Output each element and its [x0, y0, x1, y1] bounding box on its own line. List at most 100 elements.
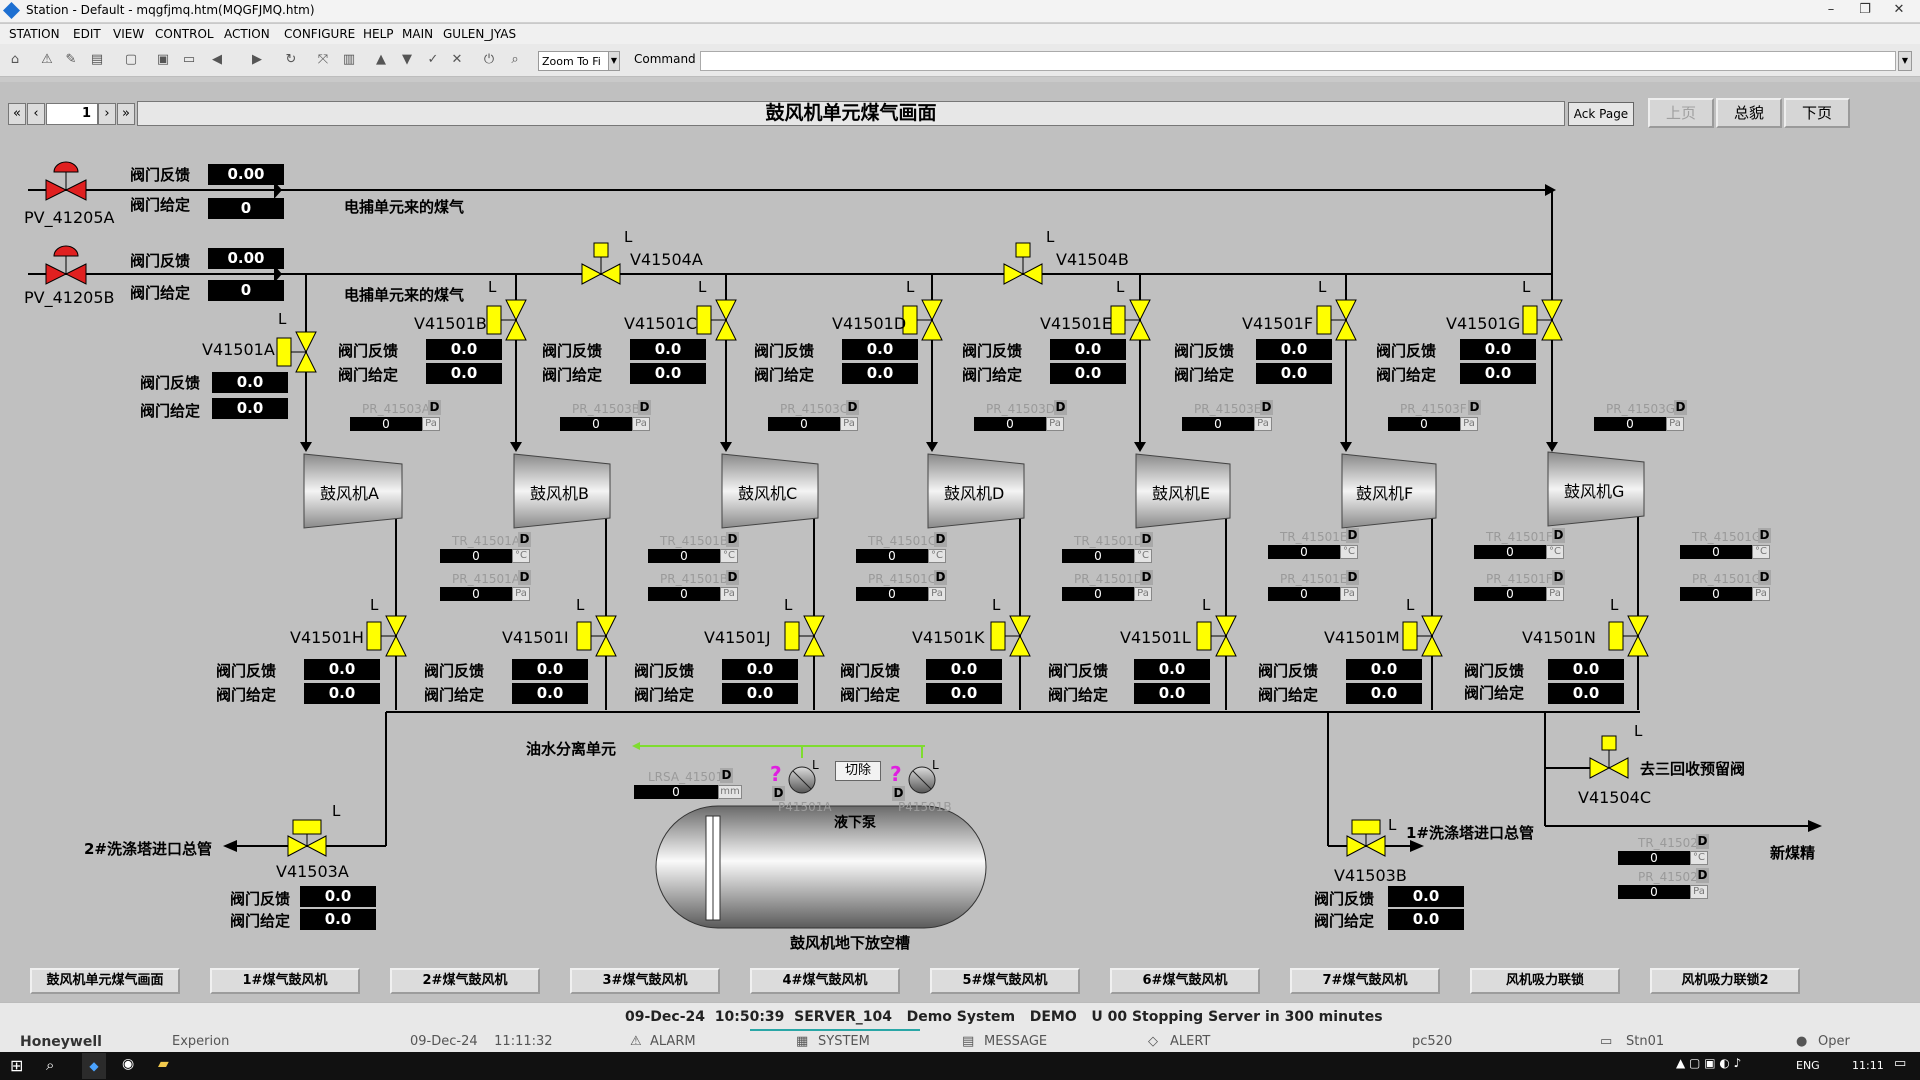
- v41501g-tag[interactable]: V41501G: [1446, 314, 1520, 333]
- file-explorer-icon[interactable]: ▰: [158, 1056, 169, 1072]
- v41501d-sp-value[interactable]: 0.0: [842, 363, 918, 384]
- v41503a-fb-value[interactable]: 0.0: [300, 886, 376, 907]
- v41501j-fb-value[interactable]: 0.0: [722, 659, 798, 680]
- pr-41503e-value[interactable]: 0: [1182, 417, 1254, 431]
- taskbar-search-icon[interactable]: ⌕: [46, 1056, 54, 1074]
- v41501k-sp-value[interactable]: 0.0: [926, 683, 1002, 704]
- pv-41205a-sp-value[interactable]: 0: [208, 198, 284, 219]
- alert-tab-icon[interactable]: ◇: [1148, 1034, 1158, 1049]
- v41501g-fb-value[interactable]: 0.0: [1460, 339, 1536, 360]
- v41501h-tag[interactable]: V41501H: [290, 628, 364, 647]
- language-indicator[interactable]: ENG: [1796, 1059, 1820, 1072]
- windows-start-icon[interactable]: ⊞: [10, 1056, 23, 1075]
- v41501a-tag[interactable]: V41501A: [202, 340, 275, 359]
- notification-icon[interactable]: ▭: [1894, 1056, 1906, 1071]
- cut-button[interactable]: 切除: [835, 761, 881, 781]
- pr-41501a-value[interactable]: 0: [440, 587, 512, 601]
- v41501i-fb-value[interactable]: 0.0: [512, 659, 588, 680]
- v41501e-tag[interactable]: V41501E: [1040, 314, 1112, 333]
- tr-41501f-value[interactable]: 0: [1474, 545, 1546, 559]
- v41501e-sp-value[interactable]: 0.0: [1050, 363, 1126, 384]
- nav-blower-5-button[interactable]: 5#煤气鼓风机: [930, 968, 1080, 994]
- v41501c-sp-value[interactable]: 0.0: [630, 363, 706, 384]
- tr-41501b-value[interactable]: 0: [648, 549, 720, 563]
- v41501m-tag[interactable]: V41501M: [1324, 628, 1400, 647]
- pr-41501g-value[interactable]: 0: [1680, 587, 1752, 601]
- v41501m-fb-value[interactable]: 0.0: [1346, 659, 1422, 680]
- pump-b-tag[interactable]: P41501B: [898, 800, 952, 814]
- v41501a-sp-value[interactable]: 0.0: [212, 398, 288, 419]
- message-tab[interactable]: MESSAGE: [984, 1034, 1047, 1049]
- blower-a[interactable]: 鼓风机A: [320, 480, 379, 504]
- v41501n-sp-value[interactable]: 0.0: [1548, 683, 1624, 704]
- tr-41501d-value[interactable]: 0: [1062, 549, 1134, 563]
- v41501b-fb-value[interactable]: 0.0: [426, 339, 502, 360]
- pr-41503f-value[interactable]: 0: [1388, 417, 1460, 431]
- v41501h-fb-value[interactable]: 0.0: [304, 659, 380, 680]
- pr-41503c-value[interactable]: 0: [768, 417, 840, 431]
- message-tab-icon[interactable]: ▤: [962, 1034, 974, 1049]
- v41501k-fb-value[interactable]: 0.0: [926, 659, 1002, 680]
- blower-f[interactable]: 鼓风机F: [1356, 480, 1413, 504]
- pv-41205b-sp-value[interactable]: 0: [208, 280, 284, 301]
- system-tab[interactable]: SYSTEM: [818, 1034, 870, 1049]
- pr-41502-value[interactable]: 0: [1618, 885, 1690, 899]
- v41501h-sp-value[interactable]: 0.0: [304, 683, 380, 704]
- pr-41501c-value[interactable]: 0: [856, 587, 928, 601]
- v41503a-sp-value[interactable]: 0.0: [300, 909, 376, 930]
- v41503b-tag[interactable]: V41503B: [1334, 866, 1407, 885]
- v41501j-sp-value[interactable]: 0.0: [722, 683, 798, 704]
- v41504c-tag[interactable]: V41504C: [1578, 788, 1651, 807]
- v41501d-tag[interactable]: V41501D: [832, 314, 906, 333]
- tr-41501a-value[interactable]: 0: [440, 549, 512, 563]
- nav-blower-4-button[interactable]: 4#煤气鼓风机: [750, 968, 900, 994]
- nav-gas-overview-button[interactable]: 鼓风机单元煤气画面: [30, 968, 180, 994]
- lrsa-41501-value[interactable]: 0: [634, 785, 718, 799]
- system-tab-icon[interactable]: ▦: [796, 1034, 808, 1049]
- nav-blower-2-button[interactable]: 2#煤气鼓风机: [390, 968, 540, 994]
- pr-41501d-value[interactable]: 0: [1062, 587, 1134, 601]
- pr-41503a-value[interactable]: 0: [350, 417, 422, 431]
- v41501j-tag[interactable]: V41501J: [704, 628, 771, 647]
- v41501f-sp-value[interactable]: 0.0: [1256, 363, 1332, 384]
- pr-41503b-value[interactable]: 0: [560, 417, 632, 431]
- v41501b-sp-value[interactable]: 0.0: [426, 363, 502, 384]
- v41501i-tag[interactable]: V41501I: [502, 628, 569, 647]
- v41503a-tag[interactable]: V41503A: [276, 862, 349, 881]
- pr-41501b-value[interactable]: 0: [648, 587, 720, 601]
- tr-41501c-value[interactable]: 0: [856, 549, 928, 563]
- v41501l-sp-value[interactable]: 0.0: [1134, 683, 1210, 704]
- v41501a-fb-value[interactable]: 0.0: [212, 372, 288, 393]
- v41501e-fb-value[interactable]: 0.0: [1050, 339, 1126, 360]
- tr-41501e-value[interactable]: 0: [1268, 545, 1340, 559]
- taskbar-app-icon[interactable]: ◉: [122, 1056, 134, 1072]
- blower-b[interactable]: 鼓风机B: [530, 480, 589, 504]
- v41501b-tag[interactable]: V41501B: [414, 314, 487, 333]
- v41504a-tag[interactable]: V41504A: [630, 250, 703, 269]
- nav-interlock-button[interactable]: 风机吸力联锁: [1470, 968, 1620, 994]
- nav-blower-7-button[interactable]: 7#煤气鼓风机: [1290, 968, 1440, 994]
- pr-41501e-value[interactable]: 0: [1268, 587, 1340, 601]
- pr-41503d-value[interactable]: 0: [974, 417, 1046, 431]
- v41503b-sp-value[interactable]: 0.0: [1388, 909, 1464, 930]
- alarm-tab[interactable]: ALARM: [650, 1034, 696, 1049]
- blower-e[interactable]: 鼓风机E: [1152, 480, 1210, 504]
- taskbar-clock[interactable]: 11:11: [1852, 1059, 1884, 1072]
- v41501n-tag[interactable]: V41501N: [1522, 628, 1596, 647]
- alarm-tab-icon[interactable]: ⚠: [630, 1034, 642, 1049]
- blower-c[interactable]: 鼓风机C: [738, 480, 797, 504]
- blower-d[interactable]: 鼓风机D: [944, 480, 1004, 504]
- v41501c-fb-value[interactable]: 0.0: [630, 339, 706, 360]
- tr-41502-value[interactable]: 0: [1618, 851, 1690, 865]
- nav-blower-3-button[interactable]: 3#煤气鼓风机: [570, 968, 720, 994]
- nav-blower-6-button[interactable]: 6#煤气鼓风机: [1110, 968, 1260, 994]
- pv-41205a-fb-value[interactable]: 0.00: [208, 164, 284, 185]
- v41501c-tag[interactable]: V41501C: [624, 314, 697, 333]
- v41501f-tag[interactable]: V41501F: [1242, 314, 1313, 333]
- v41503b-fb-value[interactable]: 0.0: [1388, 886, 1464, 907]
- pr-41503g-value[interactable]: 0: [1594, 417, 1666, 431]
- v41501m-sp-value[interactable]: 0.0: [1346, 683, 1422, 704]
- v41504b-tag[interactable]: V41504B: [1056, 250, 1129, 269]
- tr-41501g-value[interactable]: 0: [1680, 545, 1752, 559]
- v41501k-tag[interactable]: V41501K: [912, 628, 984, 647]
